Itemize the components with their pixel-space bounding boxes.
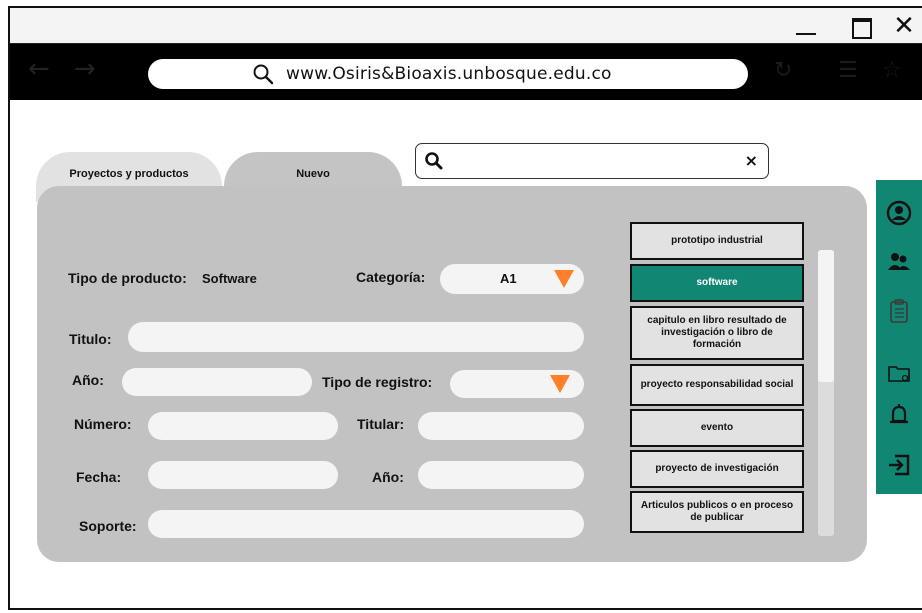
user-icon[interactable] <box>886 200 912 226</box>
tipo-producto-label: Tipo de producto: <box>68 270 187 286</box>
tipo-registro-select[interactable] <box>450 370 584 398</box>
list-item[interactable]: prototipo industrial <box>630 222 804 260</box>
url-text: www.Osiris&Bioaxis.unbosque.edu.co <box>286 64 612 84</box>
folder-icon[interactable] <box>886 360 912 386</box>
list-item[interactable]: capitulo en libro resultado de investiga… <box>630 306 804 360</box>
star-icon[interactable]: ☆ <box>882 58 902 83</box>
list-item[interactable]: evento <box>630 409 804 447</box>
list-item[interactable]: proyecto responsabilidad social <box>630 364 804 406</box>
reload-icon[interactable]: ↻ <box>774 58 792 83</box>
soporte-input[interactable] <box>148 510 584 538</box>
close-window-button[interactable]: ✕ <box>890 12 918 40</box>
group-icon[interactable] <box>886 248 912 274</box>
chevron-down-icon <box>554 270 574 288</box>
anio2-label: Año: <box>372 469 404 485</box>
fecha-label: Fecha: <box>76 469 122 485</box>
browser-nav-bar: ← → www.Osiris&Bioaxis.unbosque.edu.co ↻… <box>10 44 922 100</box>
categoria-value: A1 <box>500 271 517 286</box>
menu-icon[interactable]: ☰ <box>838 58 858 83</box>
soporte-label: Soporte: <box>79 518 137 534</box>
titulo-input[interactable] <box>128 322 584 352</box>
categoria-select[interactable]: A1 <box>440 264 584 294</box>
maximize-button[interactable] <box>846 12 874 40</box>
clipboard-icon[interactable] <box>886 298 912 324</box>
list-item[interactable]: proyecto de investigación <box>630 450 804 488</box>
tab-label: Nuevo <box>296 168 330 180</box>
forward-arrow-icon[interactable]: → <box>74 54 96 84</box>
right-sidebar <box>876 180 922 494</box>
search-input[interactable] <box>452 150 722 172</box>
list-item[interactable]: software <box>630 264 804 302</box>
clear-search-button[interactable]: × <box>745 151 758 170</box>
title-bar: ✕ <box>10 8 922 44</box>
bell-icon[interactable] <box>886 402 912 428</box>
tipo-producto-value: Software <box>202 271 257 286</box>
anio-input[interactable] <box>122 368 312 396</box>
logout-icon[interactable] <box>886 452 912 478</box>
search-icon <box>253 64 274 85</box>
scroll-thumb[interactable] <box>818 250 834 382</box>
tipo-registro-label: Tipo de registro: <box>322 374 433 390</box>
address-bar[interactable]: www.Osiris&Bioaxis.unbosque.edu.co <box>148 59 748 89</box>
back-arrow-icon[interactable]: ← <box>28 54 50 84</box>
categoria-label: Categoría: <box>356 269 426 285</box>
search-box[interactable]: × <box>415 143 769 179</box>
anio2-input[interactable] <box>418 461 584 489</box>
chevron-down-icon <box>550 375 570 393</box>
list-scrollbar[interactable] <box>818 250 834 536</box>
minimize-button[interactable] <box>792 12 820 40</box>
titular-input[interactable] <box>418 412 584 440</box>
list-item[interactable]: Articulos publicos o en proceso de publi… <box>630 491 804 533</box>
search-icon <box>425 152 443 170</box>
tab-label: Proyectos y productos <box>69 168 189 180</box>
numero-input[interactable] <box>148 412 338 440</box>
fecha-input[interactable] <box>148 461 338 489</box>
titulo-label: Titulo: <box>69 331 112 347</box>
anio-label: Año: <box>72 372 104 388</box>
numero-label: Número: <box>74 416 132 432</box>
titular-label: Titular: <box>357 416 405 432</box>
